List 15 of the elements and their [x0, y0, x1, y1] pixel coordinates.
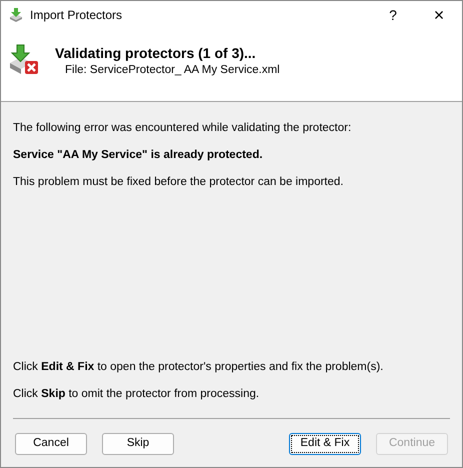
message-text: This problem must be fixed before the protector can be imported. — [13, 175, 344, 190]
dialog-button[interactable]: Edit & Fix — [289, 433, 361, 455]
window-title: Import Protectors — [30, 7, 122, 24]
message-text: The following error was encountered while validating the protector: — [13, 121, 352, 136]
error-message: Service "AA My Service" is already protected. — [13, 148, 264, 163]
close-button[interactable]: × — [416, 1, 462, 29]
import-error-icon — [9, 43, 41, 75]
app-icon — [8, 7, 24, 23]
file-name: File: ServiceProtector_ AA My Service.xml — [65, 63, 280, 78]
help-button[interactable]: ? — [370, 1, 416, 29]
header-title: Validating protectors (1 of 3)... — [55, 45, 257, 62]
dialog-button[interactable]: Skip — [102, 433, 174, 455]
dialog-button[interactable]: Cancel — [15, 433, 87, 455]
instruction-text: Click Edit & Fix to open the protector's properties and fix the problem(s). — [13, 360, 384, 375]
instruction-text: Click Skip to omit the protector from processing. — [13, 387, 260, 402]
